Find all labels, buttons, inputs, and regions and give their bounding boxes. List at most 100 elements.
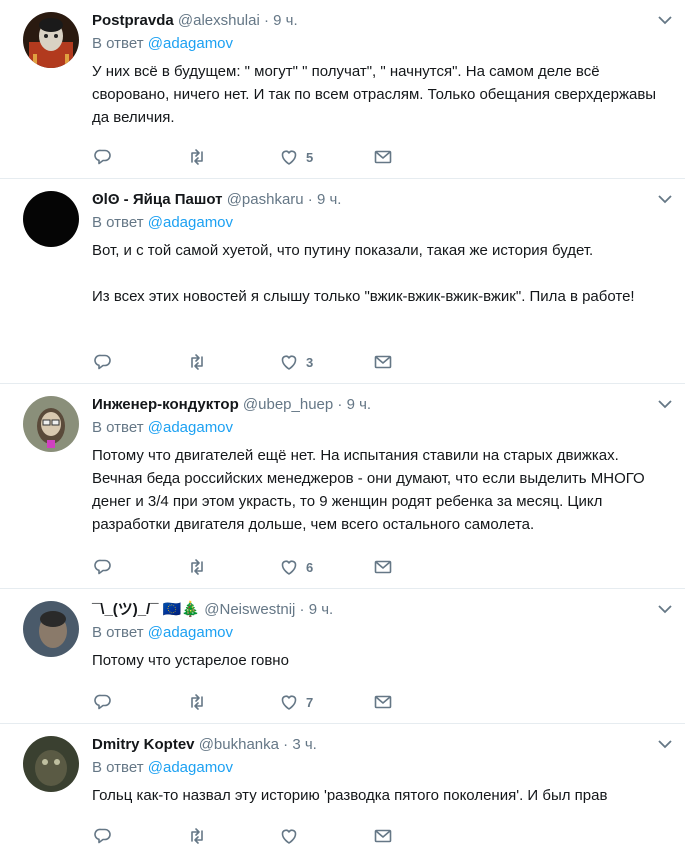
message-button[interactable]: [374, 558, 392, 576]
tweet-text: У них всё в будущем: " могут" " получат"…: [92, 63, 661, 126]
reply-context: В ответ @adagamov: [92, 623, 673, 643]
chevron-down-icon[interactable]: [657, 12, 673, 28]
avatar-image: [23, 396, 79, 452]
retweet-button[interactable]: [188, 693, 206, 711]
message-button[interactable]: [374, 693, 392, 711]
like-button[interactable]: 6: [280, 558, 313, 576]
tweet-actions: [94, 827, 414, 845]
message-icon: [374, 150, 392, 164]
timestamp[interactable]: 3 ч.: [292, 736, 317, 753]
tweet[interactable]: ʘlʘ - Яйца Пашот @pashkaru · 9 ч. В отве…: [0, 179, 685, 384]
reply-context: В ответ @adagamov: [92, 758, 673, 778]
tweet-text: Вот, и с той самой хуетой, что путину по…: [92, 242, 635, 305]
like-icon: [281, 355, 297, 370]
tweet-header: Dmitry Koptev @bukhanka · 3 ч.: [92, 735, 673, 756]
message-button[interactable]: [374, 827, 392, 845]
like-icon: [281, 150, 297, 165]
reply-to-link[interactable]: @adagamov: [148, 624, 233, 641]
reply-icon: [94, 828, 111, 844]
reply-button[interactable]: [94, 693, 112, 711]
tweet-text: Потому что двигателей ещё нет. На испыта…: [92, 447, 649, 533]
message-button[interactable]: [374, 148, 392, 166]
reply-prefix: В ответ: [92, 35, 144, 52]
display-name[interactable]: ¯\_(ツ)_/¯ 🇪🇺🎄: [92, 601, 200, 618]
timestamp[interactable]: 9 ч.: [317, 191, 342, 208]
display-name[interactable]: Postpravda: [92, 12, 174, 29]
tweet-actions: 5: [94, 148, 414, 166]
message-icon: [374, 355, 392, 369]
avatar[interactable]: [23, 396, 79, 452]
tweet[interactable]: Dmitry Koptev @bukhanka · 3 ч. В ответ @…: [0, 724, 685, 845]
avatar-image: [23, 12, 79, 68]
separator-dot: ·: [299, 601, 305, 618]
chevron-down-icon[interactable]: [657, 396, 673, 412]
reply-icon: [94, 559, 111, 575]
retweet-icon: [191, 559, 203, 575]
avatar-image: [23, 736, 79, 792]
retweet-button[interactable]: [188, 558, 206, 576]
reply-button[interactable]: [94, 827, 112, 845]
retweet-icon: [191, 828, 203, 844]
avatar[interactable]: [23, 601, 79, 657]
display-name[interactable]: Инженер-кондуктор: [92, 396, 239, 413]
tweet-text: Потому что устарелое говно: [92, 652, 289, 669]
avatar[interactable]: [23, 191, 79, 247]
message-button[interactable]: [374, 353, 392, 371]
display-name[interactable]: ʘlʘ - Яйца Пашот: [92, 191, 223, 208]
tweet[interactable]: Postpravda @alexshulai · 9 ч. В ответ @a…: [0, 0, 685, 179]
separator-dot: ·: [337, 396, 343, 413]
message-icon: [374, 560, 392, 574]
reply-icon: [94, 354, 111, 370]
reply-to-link[interactable]: @adagamov: [148, 419, 233, 436]
avatar-image: [23, 191, 79, 247]
tweet-actions: 6: [94, 558, 414, 576]
reply-to-link[interactable]: @adagamov: [148, 759, 233, 776]
retweet-button[interactable]: [188, 353, 206, 371]
retweet-button[interactable]: [188, 827, 206, 845]
tweet-text: Гольц как-то назвал эту историю 'разводк…: [92, 787, 608, 804]
reply-to-link[interactable]: @adagamov: [148, 35, 233, 52]
chevron-down-icon[interactable]: [657, 736, 673, 752]
separator-dot: ·: [283, 736, 289, 753]
tweet-header: Инженер-кондуктор @ubep_huep · 9 ч.: [92, 395, 673, 416]
like-button[interactable]: 5: [280, 148, 313, 166]
tweet[interactable]: ¯\_(ツ)_/¯ 🇪🇺🎄 @Neiswestnij · 9 ч. В отве…: [0, 589, 685, 724]
reply-to-link[interactable]: @adagamov: [148, 214, 233, 231]
reply-icon: [94, 694, 111, 710]
avatar[interactable]: [23, 12, 79, 68]
chevron-down-icon[interactable]: [657, 191, 673, 207]
like-icon: [281, 829, 297, 844]
message-icon: [374, 695, 392, 709]
like-count: 6: [306, 559, 314, 575]
like-count: 7: [306, 694, 314, 710]
tweet-actions: 3: [94, 353, 414, 371]
like-button[interactable]: [280, 827, 306, 845]
username[interactable]: @bukhanka: [199, 736, 279, 753]
tweet-header: ʘlʘ - Яйца Пашот @pashkaru · 9 ч.: [92, 190, 673, 211]
reply-context: В ответ @adagamov: [92, 34, 673, 54]
chevron-down-icon[interactable]: [657, 601, 673, 617]
message-icon: [374, 829, 392, 843]
username[interactable]: @Neiswestnij: [204, 601, 295, 618]
tweet[interactable]: Инженер-кондуктор @ubep_huep · 9 ч. В от…: [0, 384, 685, 589]
reply-button[interactable]: [94, 148, 112, 166]
timestamp[interactable]: 9 ч.: [309, 601, 334, 618]
reply-button[interactable]: [94, 558, 112, 576]
like-icon: [281, 695, 297, 710]
username[interactable]: @pashkaru: [227, 191, 304, 208]
avatar[interactable]: [23, 736, 79, 792]
reply-context: В ответ @adagamov: [92, 213, 673, 233]
separator-dot: ·: [263, 12, 269, 29]
username[interactable]: @alexshulai: [178, 12, 260, 29]
reply-icon: [94, 149, 111, 165]
retweet-button[interactable]: [188, 148, 206, 166]
display-name[interactable]: Dmitry Koptev: [92, 736, 195, 753]
timestamp[interactable]: 9 ч.: [347, 396, 372, 413]
like-button[interactable]: 3: [280, 353, 313, 371]
retweet-icon: [191, 354, 203, 370]
username[interactable]: @ubep_huep: [243, 396, 333, 413]
reply-prefix: В ответ: [92, 419, 144, 436]
like-button[interactable]: 7: [280, 693, 313, 711]
reply-button[interactable]: [94, 353, 112, 371]
timestamp[interactable]: 9 ч.: [273, 12, 298, 29]
